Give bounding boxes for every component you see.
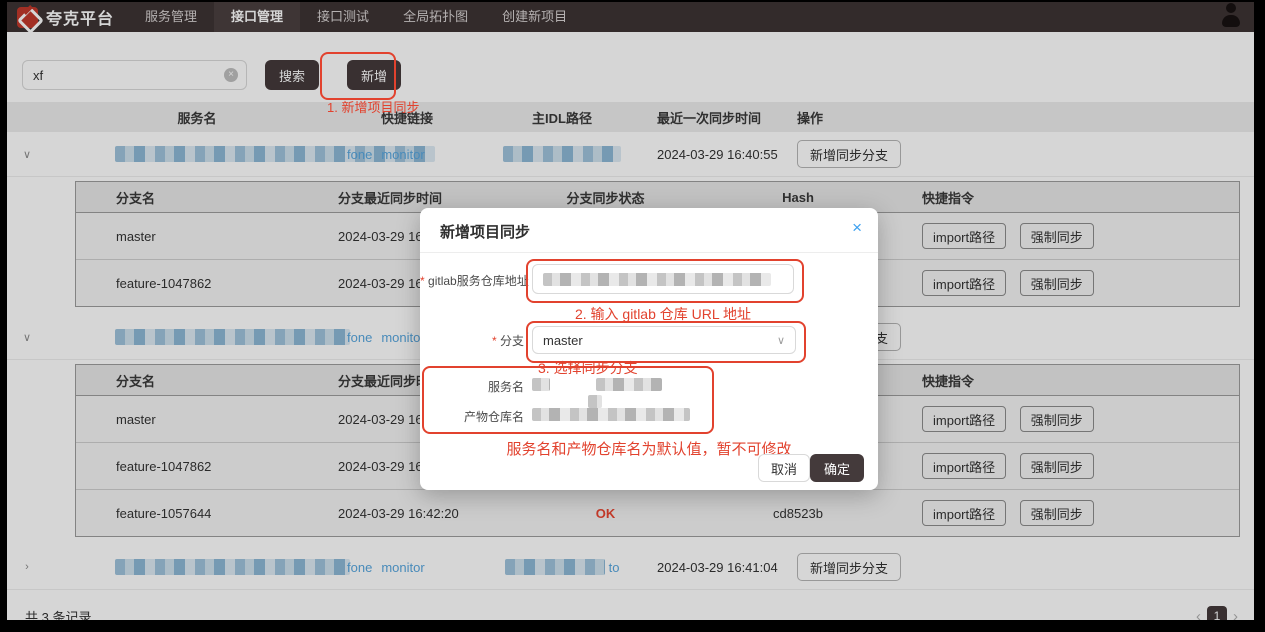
- branch-label: 分支: [420, 332, 524, 349]
- service-name-value: [532, 376, 662, 408]
- confirm-button[interactable]: 确定: [810, 454, 864, 482]
- modal-title: 新增项目同步: [440, 221, 530, 242]
- add-project-sync-modal: 新增项目同步 × gitlab服务仓库地址 2. 输入 gitlab 仓库 UR…: [420, 208, 878, 490]
- service-name-label: 服务名: [420, 378, 524, 395]
- gitlab-repo-input[interactable]: [532, 264, 794, 294]
- redacted-service-value: [596, 378, 662, 391]
- annotation-step3: 3. 选择同步分支: [538, 358, 638, 378]
- artifact-repo-label: 产物仓库名: [420, 408, 524, 425]
- branch-select-value: master: [543, 333, 583, 348]
- cancel-button[interactable]: 取消: [758, 454, 810, 482]
- chevron-down-icon: ∨: [777, 334, 785, 347]
- redacted-repo-url: [543, 273, 771, 286]
- artifact-repo-value: [532, 406, 690, 421]
- close-icon[interactable]: ×: [852, 218, 862, 238]
- branch-select[interactable]: master ∨: [532, 326, 796, 354]
- redacted-service-value: [532, 378, 550, 391]
- annotation-note: 服务名和产物仓库名为默认值，暂不可修改: [420, 438, 878, 459]
- annotation-step2: 2. 输入 gitlab 仓库 URL 地址: [532, 304, 794, 324]
- redacted-artifact-value: [532, 408, 690, 421]
- gitlab-repo-label: gitlab服务仓库地址: [420, 272, 524, 289]
